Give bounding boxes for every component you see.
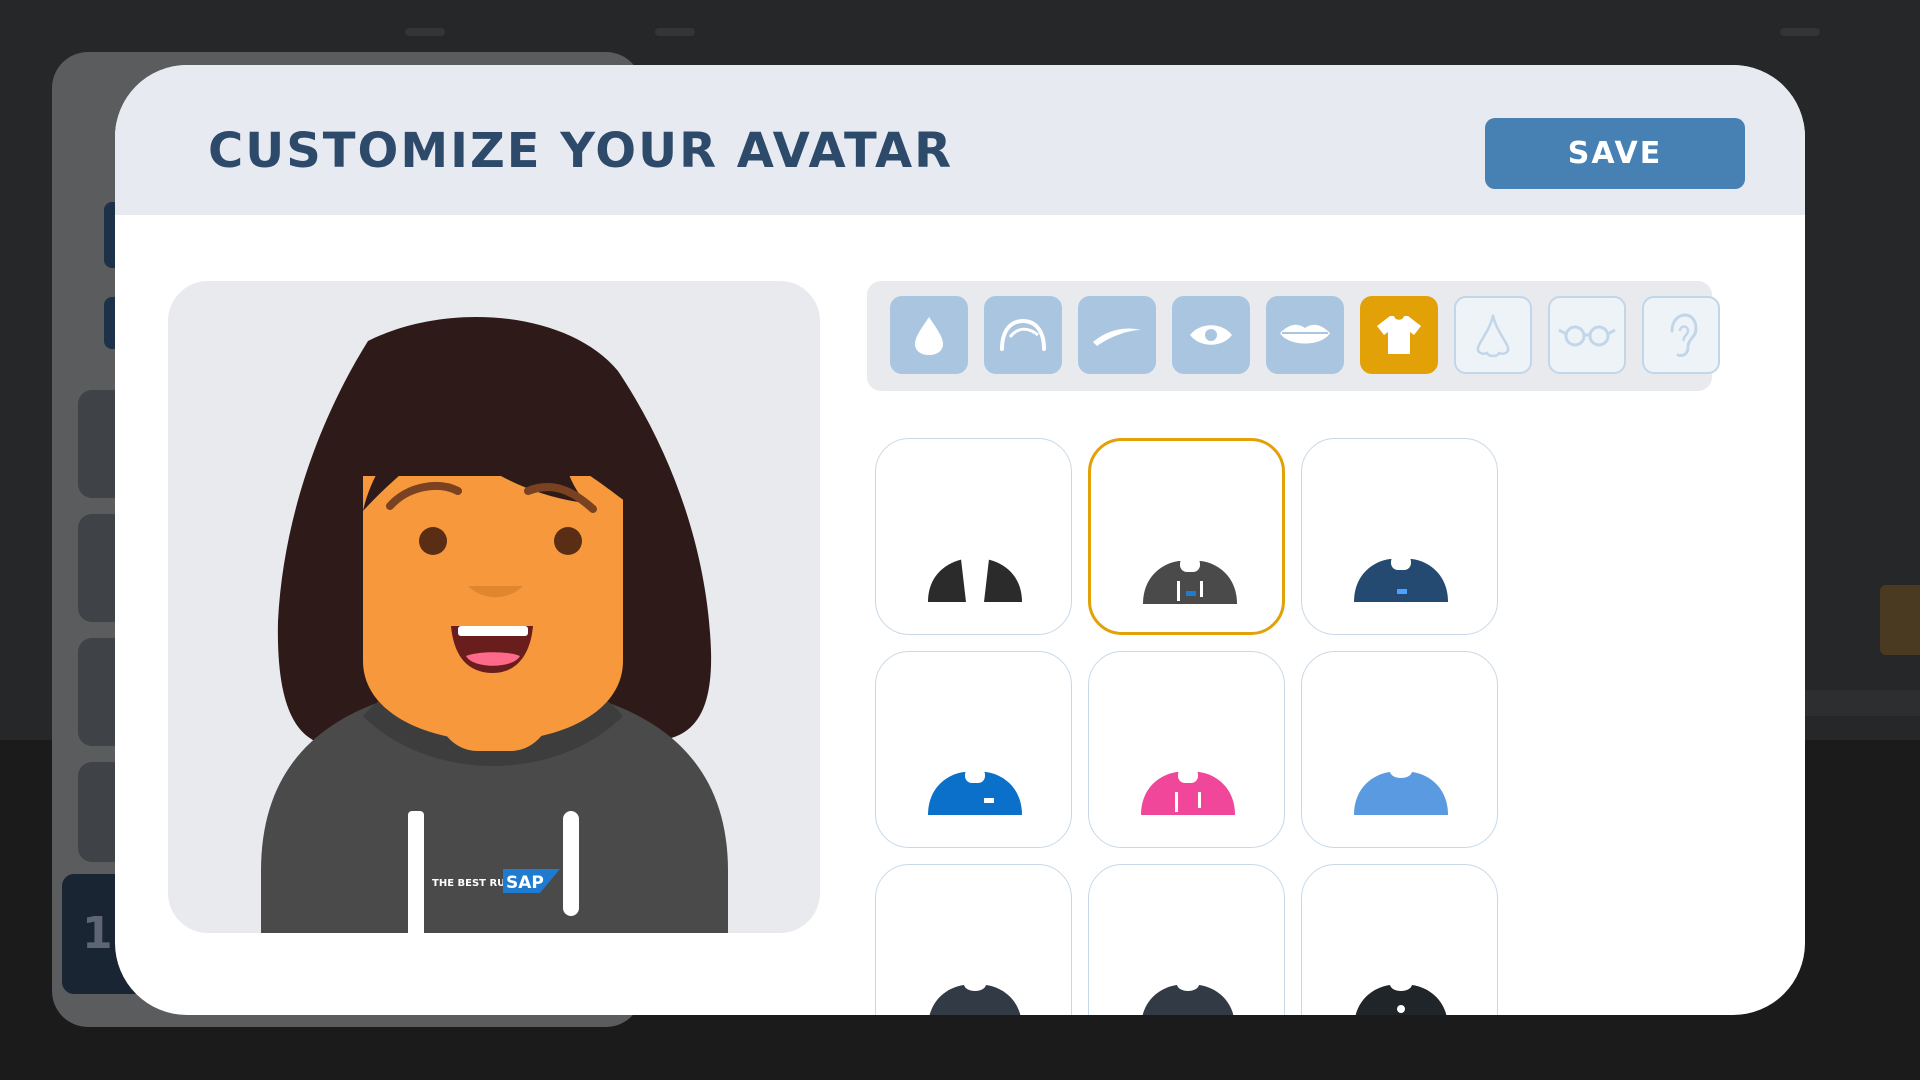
page-title: Customize your avatar: [208, 123, 954, 179]
clothing-thumbnail: [1355, 985, 1447, 1015]
ceiling-lamp: [405, 28, 445, 36]
avatar-customization-dialog: Customize your avatar SAVE: [115, 65, 1805, 1015]
shirt-icon: [1377, 316, 1421, 354]
clothing-option-light-blue-tshirt[interactable]: [1301, 651, 1498, 848]
hair-icon: [1000, 318, 1046, 351]
clothing-option-pink-hoodie[interactable]: [1088, 651, 1285, 848]
clothing-option-blue-sap-hoodie[interactable]: [875, 651, 1072, 848]
clothing-thumbnail: [928, 557, 1022, 602]
tab-skin[interactable]: [890, 296, 968, 374]
background-desk: [1790, 690, 1920, 716]
tab-nose[interactable]: [1454, 296, 1532, 374]
save-button[interactable]: SAVE: [1485, 118, 1745, 189]
clothing-thumbnail: [1141, 768, 1235, 815]
eyebrow-icon: [1093, 328, 1141, 346]
category-tabs: [867, 281, 1720, 391]
tab-hair[interactable]: [984, 296, 1062, 374]
clothing-option-dark-top-1[interactable]: [875, 864, 1072, 1015]
clothing-option-grey-sap-hoodie[interactable]: [1088, 438, 1285, 635]
clothing-thumbnail: [1143, 557, 1237, 604]
tab-clothing[interactable]: [1360, 296, 1438, 374]
clothing-options-grid: [875, 438, 1535, 1015]
dialog-header: Customize your avatar SAVE: [115, 65, 1805, 215]
drop-icon: [915, 317, 943, 355]
shirt-logo-brand: SAP: [506, 873, 544, 893]
clothing-thumbnail: [1354, 772, 1448, 815]
eye-icon: [1190, 325, 1232, 345]
clothing-thumbnail: [1142, 985, 1234, 1015]
background-books: [1880, 585, 1920, 655]
clothing-option-navy-sap-hoodie[interactable]: [1301, 438, 1498, 635]
clothing-option-black-graphic-tee[interactable]: [1301, 864, 1498, 1015]
clothing-thumbnail: [929, 985, 1021, 1015]
shirt-logo-text: THE BEST RUN: [432, 878, 514, 889]
clothing-thumbnail: [928, 768, 1022, 815]
tab-eyes[interactable]: [1172, 296, 1250, 374]
avatar-illustration: THE BEST RUN SAP: [261, 317, 728, 933]
tab-eyebrows[interactable]: [1078, 296, 1156, 374]
ceiling-lamp: [655, 28, 695, 36]
nose-icon: [1476, 314, 1510, 358]
avatar-preview: THE BEST RUN SAP: [168, 281, 820, 933]
clothing-thumbnail: [1354, 555, 1448, 602]
tab-mouth[interactable]: [1266, 296, 1344, 374]
glasses-icon: [1558, 325, 1616, 347]
lips-icon: [1280, 324, 1330, 344]
clothing-option-black-jacket[interactable]: [875, 438, 1072, 635]
tab-glasses[interactable]: [1548, 296, 1626, 374]
clothing-option-dark-top-2[interactable]: [1088, 864, 1285, 1015]
ceiling-lamp: [1780, 28, 1820, 36]
tab-ears[interactable]: [1642, 296, 1720, 374]
ear-icon: [1670, 313, 1698, 357]
